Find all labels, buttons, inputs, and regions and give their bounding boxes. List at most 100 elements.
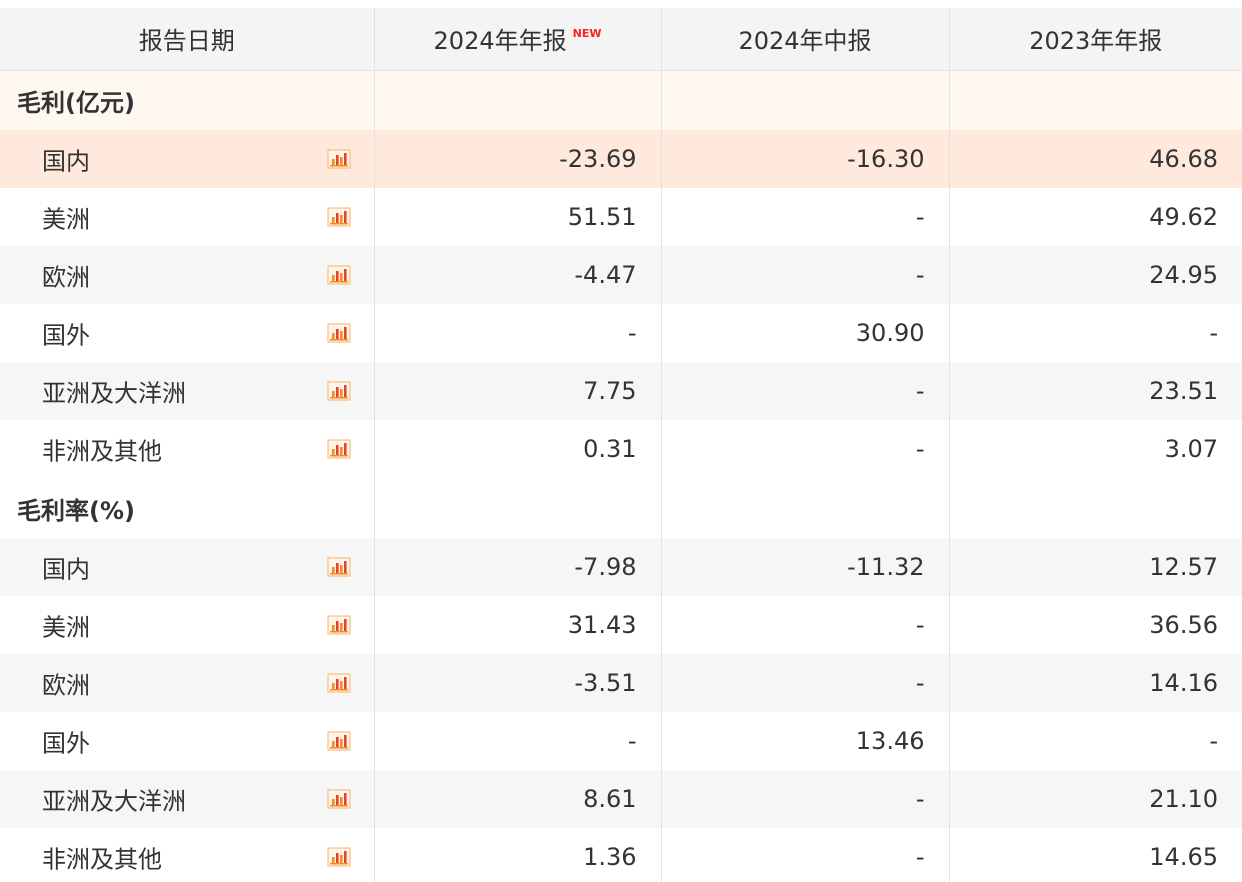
row-label: 国外 xyxy=(42,729,90,758)
section-title: 毛利率(%) xyxy=(0,478,375,538)
value-cell: 1.36 xyxy=(374,828,662,882)
value-cell: 12.57 xyxy=(949,538,1242,596)
value-cell: 24.95 xyxy=(949,246,1242,304)
header-label-column: 报告日期 xyxy=(0,0,375,71)
row-label-cell: 欧洲 xyxy=(0,246,375,304)
bar-chart-icon[interactable] xyxy=(327,557,351,577)
value-cell: - xyxy=(661,246,950,304)
value-cell: - xyxy=(661,654,950,712)
bar-chart-icon[interactable] xyxy=(327,439,351,459)
row-label: 国内 xyxy=(42,555,90,584)
value-cell: - xyxy=(661,596,950,654)
table-row[interactable]: 非洲及其他 1.36-14.65 xyxy=(0,828,1242,882)
bar-chart-icon[interactable] xyxy=(327,789,351,809)
row-label-cell: 国内 xyxy=(0,130,375,188)
row-label-cell: 美洲 xyxy=(0,596,375,654)
row-label: 非洲及其他 xyxy=(42,437,162,466)
table-row[interactable]: 非洲及其他 0.31-3.07 xyxy=(0,420,1242,478)
value-cell: - xyxy=(661,828,950,882)
row-label-cell: 亚洲及大洋洲 xyxy=(0,770,375,828)
row-label: 非洲及其他 xyxy=(42,845,162,874)
section-title: 毛利(亿元) xyxy=(0,70,375,130)
row-label-cell: 非洲及其他 xyxy=(0,420,375,478)
value-cell: 30.90 xyxy=(661,304,950,362)
section-header-row: 毛利(亿元) xyxy=(0,70,1242,130)
bar-chart-icon[interactable] xyxy=(327,731,351,751)
section-empty-cell xyxy=(374,478,662,538)
section-header-row: 毛利率(%) xyxy=(0,478,1242,538)
row-label-cell: 亚洲及大洋洲 xyxy=(0,362,375,420)
value-cell: - xyxy=(949,712,1242,770)
value-cell: 14.65 xyxy=(949,828,1242,882)
bar-chart-icon[interactable] xyxy=(327,149,351,169)
row-label: 国内 xyxy=(42,147,90,176)
row-label-cell: 美洲 xyxy=(0,188,375,246)
row-label: 欧洲 xyxy=(42,263,90,292)
bar-chart-icon[interactable] xyxy=(327,673,351,693)
new-badge: NEW xyxy=(572,27,602,41)
value-cell: 3.07 xyxy=(949,420,1242,478)
value-cell: 23.51 xyxy=(949,362,1242,420)
row-label: 美洲 xyxy=(42,205,90,234)
table-row[interactable]: 国内 -7.98 -11.32 12.57 xyxy=(0,538,1242,596)
row-label: 欧洲 xyxy=(42,671,90,700)
header-period-0[interactable]: 2024年年报 NEW xyxy=(374,0,662,71)
section-empty-cell xyxy=(661,478,950,538)
value-cell: - xyxy=(661,362,950,420)
row-label-cell: 国外 xyxy=(0,712,375,770)
table-row[interactable]: 欧洲 -3.51-14.16 xyxy=(0,654,1242,712)
value-cell: -23.69 xyxy=(374,130,662,188)
value-cell: - xyxy=(661,188,950,246)
value-cell: -7.98 xyxy=(374,538,662,596)
row-label: 亚洲及大洋洲 xyxy=(42,379,186,408)
table-row[interactable]: 国内 -23.69 -16.30 46.68 xyxy=(0,130,1242,188)
header-period-2[interactable]: 2023年年报 xyxy=(949,0,1242,71)
period-label: 2024年年报 xyxy=(433,27,567,56)
value-cell: 21.10 xyxy=(949,770,1242,828)
table-row[interactable]: 欧洲 -4.47-24.95 xyxy=(0,246,1242,304)
bar-chart-icon[interactable] xyxy=(327,847,351,867)
header-period-1[interactable]: 2024年中报 xyxy=(661,0,950,71)
bar-chart-icon[interactable] xyxy=(327,381,351,401)
period-label: 2023年年报 xyxy=(1029,27,1163,56)
bar-chart-icon[interactable] xyxy=(327,323,351,343)
table-row[interactable]: 亚洲及大洋洲 8.61-21.10 xyxy=(0,770,1242,828)
value-cell: 31.43 xyxy=(374,596,662,654)
table-row[interactable]: 美洲 31.43-36.56 xyxy=(0,596,1242,654)
value-cell: 0.31 xyxy=(374,420,662,478)
bar-chart-icon[interactable] xyxy=(327,265,351,285)
table-row[interactable]: 国外 -30.90- xyxy=(0,304,1242,362)
value-cell: 36.56 xyxy=(949,596,1242,654)
row-label: 亚洲及大洋洲 xyxy=(42,787,186,816)
bar-chart-icon[interactable] xyxy=(327,207,351,227)
value-cell: 46.68 xyxy=(949,130,1242,188)
table-body: 毛利(亿元) 国内 -23.69 -16.30 46.68 美洲 51.51-49.62 欧洲… xyxy=(0,70,1242,882)
value-cell: 8.61 xyxy=(374,770,662,828)
value-cell: - xyxy=(661,770,950,828)
value-cell: - xyxy=(374,304,662,362)
section-empty-cell xyxy=(374,70,662,130)
row-label-cell: 国外 xyxy=(0,304,375,362)
value-cell: -11.32 xyxy=(661,538,950,596)
value-cell: - xyxy=(661,420,950,478)
table-row[interactable]: 美洲 51.51-49.62 xyxy=(0,188,1242,246)
section-empty-cell xyxy=(949,70,1242,130)
value-cell: - xyxy=(374,712,662,770)
table-row[interactable]: 国外 -13.46- xyxy=(0,712,1242,770)
bar-chart-icon[interactable] xyxy=(327,615,351,635)
value-cell: 51.51 xyxy=(374,188,662,246)
row-label-cell: 非洲及其他 xyxy=(0,828,375,882)
value-cell: 13.46 xyxy=(661,712,950,770)
financial-table: 报告日期 2024年年报 NEW 2024年中报 2023年年报 毛利(亿元) 国内… xyxy=(0,0,1242,882)
section-empty-cell xyxy=(949,478,1242,538)
value-cell: -4.47 xyxy=(374,246,662,304)
period-label: 2024年中报 xyxy=(738,27,872,56)
row-label: 美洲 xyxy=(42,613,90,642)
value-cell: -3.51 xyxy=(374,654,662,712)
value-cell: 7.75 xyxy=(374,362,662,420)
table-row[interactable]: 亚洲及大洋洲 7.75-23.51 xyxy=(0,362,1242,420)
value-cell: 49.62 xyxy=(949,188,1242,246)
row-label: 国外 xyxy=(42,321,90,350)
row-label-cell: 欧洲 xyxy=(0,654,375,712)
section-empty-cell xyxy=(661,70,950,130)
